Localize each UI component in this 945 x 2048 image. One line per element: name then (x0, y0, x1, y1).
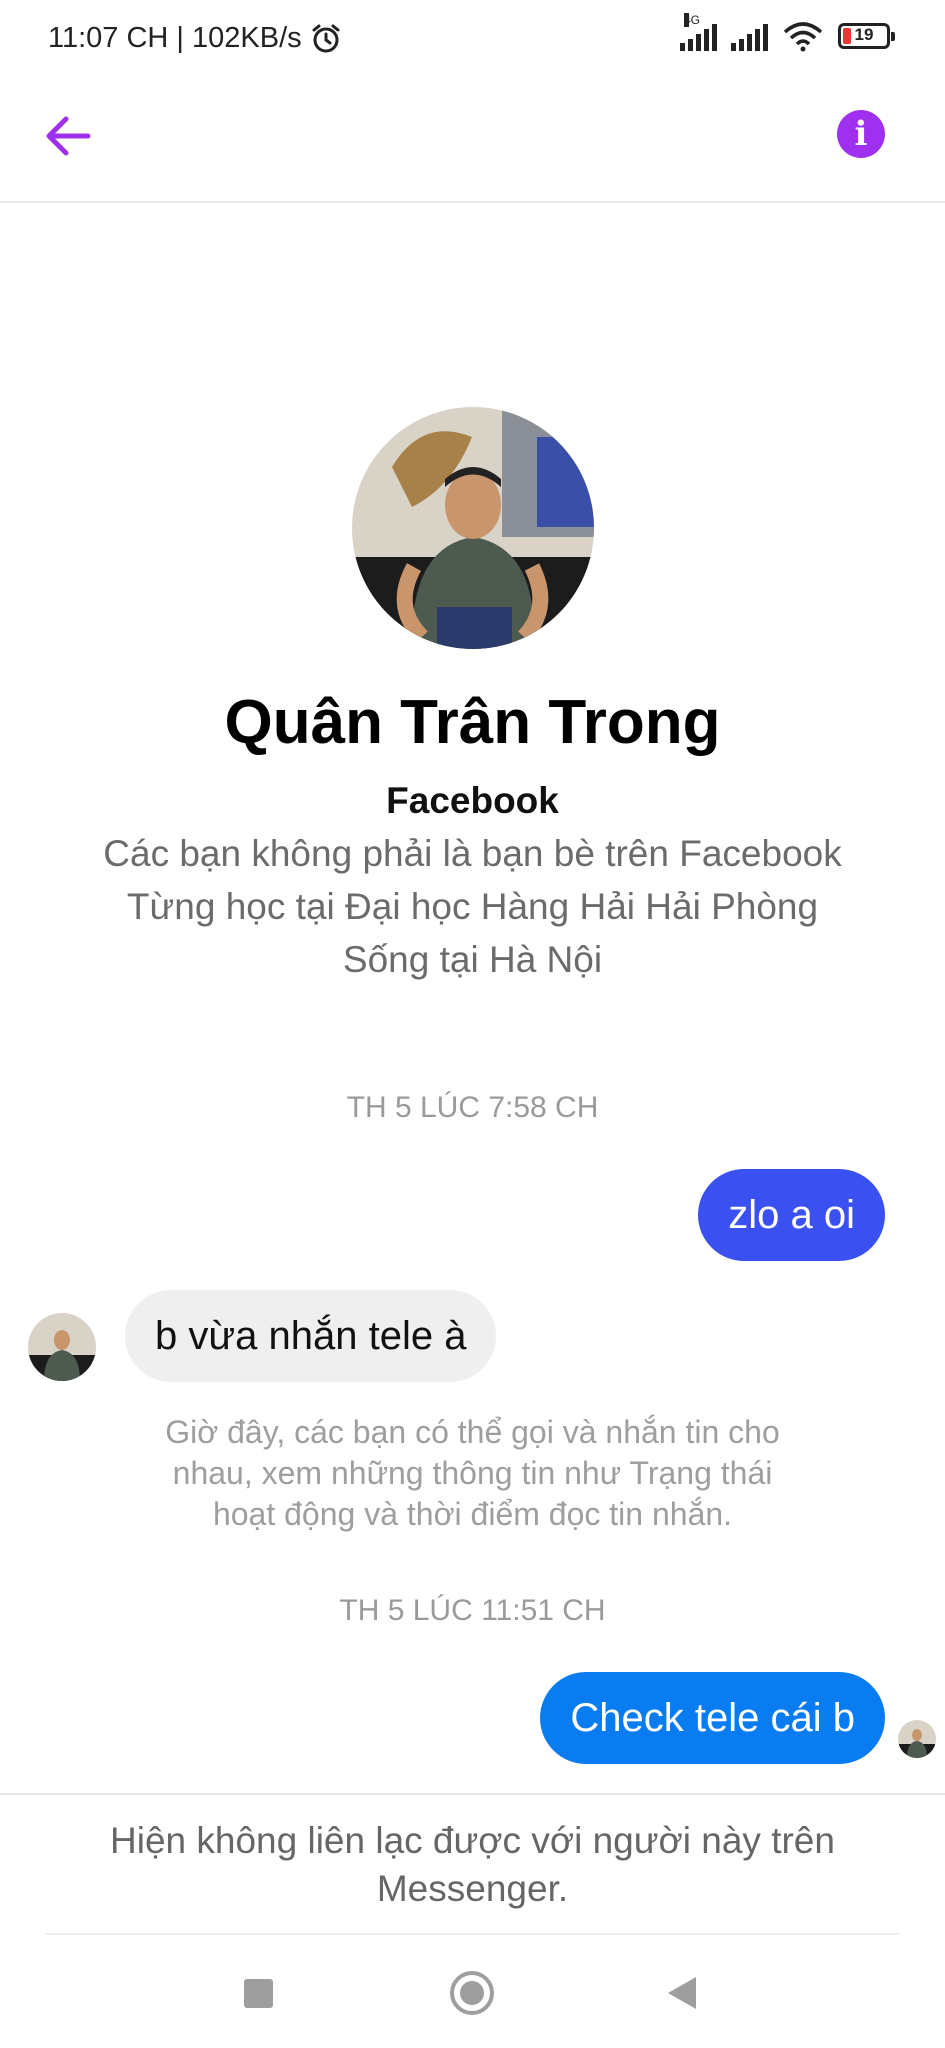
status-right: 4G 19 (680, 13, 895, 52)
footer-divider (0, 1793, 945, 1795)
unavailable-message: Hiện không liên lạc được với người này t… (110, 1820, 835, 1909)
avatar-image (28, 1313, 96, 1381)
arrow-left-icon (46, 116, 91, 156)
footer-divider (45, 1933, 900, 1935)
battery-level: 19 (854, 25, 874, 44)
avatar-image (898, 1720, 936, 1758)
message-bubble-outgoing[interactable]: zlo a oi (698, 1169, 885, 1261)
profile-avatar[interactable] (352, 407, 594, 649)
avatar-image (352, 407, 594, 649)
profile-source: Facebook (386, 780, 559, 821)
info-button[interactable]: i (837, 110, 885, 158)
read-receipt-avatar (898, 1720, 936, 1758)
recent-apps-icon[interactable] (244, 1979, 273, 2008)
signal-icon: 4G (680, 13, 717, 51)
network-type: 4G (684, 13, 701, 27)
alarm-icon (312, 24, 340, 52)
profile-location: Sống tại Hà Nội (342, 939, 603, 980)
back-icon[interactable] (668, 1977, 696, 2009)
system-notice: Giờ đây, các bạn có thể gọi và nhắn tin … (165, 1414, 780, 1532)
profile-name: Quân Trân Trong (224, 688, 721, 757)
info-icon: i (854, 114, 868, 154)
message-timestamp: TH 5 LÚC 7:58 CH (346, 1091, 599, 1124)
message-bubble-outgoing[interactable]: Check tele cái b (540, 1672, 885, 1764)
profile-education: Từng học tại Đại học Hàng Hải Hải Phòng (126, 886, 819, 927)
status-time-speed: 11:07 CH | 102KB/s (48, 22, 302, 54)
wifi-icon (783, 22, 823, 52)
system-nav-bar (0, 1945, 945, 2048)
back-button[interactable] (38, 106, 98, 166)
profile-friend-status: Các bạn không phải là bạn bè trên Facebo… (103, 833, 842, 874)
home-icon[interactable] (450, 1971, 494, 2015)
message-timestamp: TH 5 LÚC 11:51 CH (339, 1594, 606, 1627)
message-bubble-incoming[interactable]: b vừa nhắn tele à (125, 1290, 497, 1382)
status-left: 11:07 CH | 102KB/s (48, 22, 342, 55)
chat-header: i (0, 80, 945, 203)
status-bar: 11:07 CH | 102KB/s 4G 19 (0, 0, 945, 80)
battery-icon: 19 (838, 23, 895, 49)
contact-avatar[interactable] (28, 1313, 96, 1381)
signal-icon (731, 21, 768, 51)
